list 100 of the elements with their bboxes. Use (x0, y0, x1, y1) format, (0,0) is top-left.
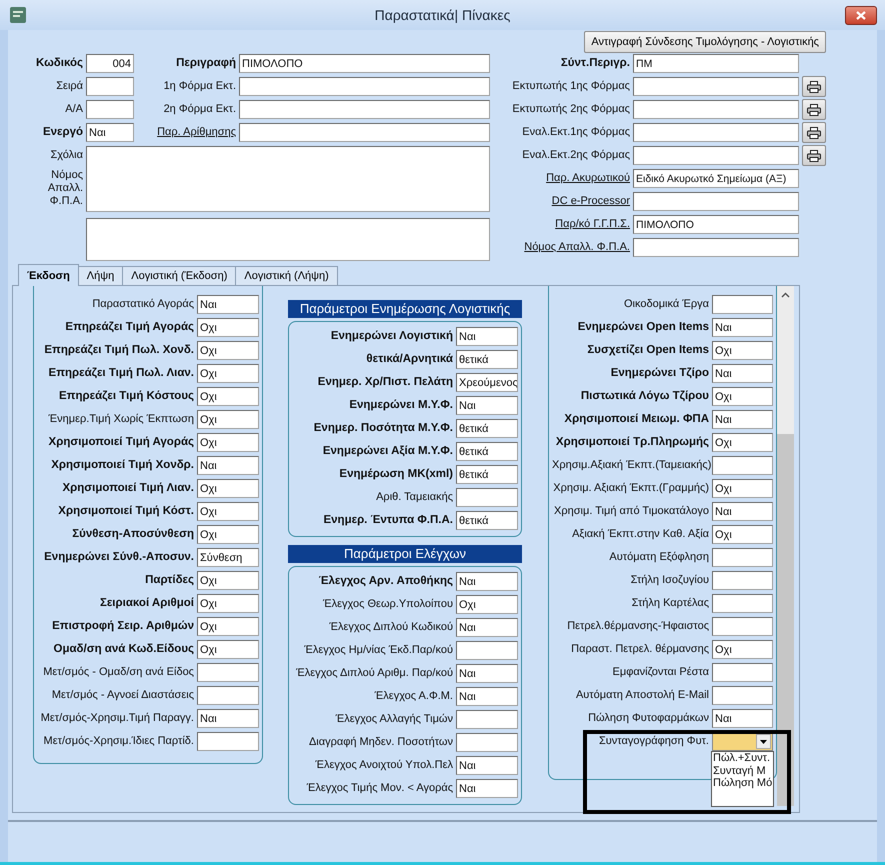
input-field[interactable] (239, 100, 490, 119)
input-field[interactable] (456, 710, 518, 729)
input-field[interactable]: Ναι (456, 756, 518, 775)
input-field[interactable]: θετικά (456, 350, 518, 369)
link[interactable]: Παρ. Ακυρωτικού (505, 172, 630, 185)
input-field[interactable]: θετικά (456, 442, 518, 461)
input-field[interactable]: ΠΙΜΟΛΟΠΟ (633, 215, 799, 234)
input-field[interactable]: Οχι (712, 341, 773, 360)
input-field[interactable]: Ναι (456, 618, 518, 637)
input-field[interactable]: ΠΙΜΟΛΟΠΟ (239, 54, 490, 73)
input-field[interactable]: Ναι (197, 295, 259, 314)
link[interactable]: Παρ. Αρίθμησης (137, 126, 236, 139)
input-field[interactable]: Οχι (197, 318, 259, 337)
input-field[interactable] (712, 686, 773, 705)
tab[interactable]: Λήψη (78, 266, 124, 285)
input-field[interactable] (197, 732, 259, 751)
input-field[interactable]: Ναι (456, 396, 518, 415)
input-field[interactable]: Ναι (712, 364, 773, 383)
input-field[interactable]: Οχι (197, 525, 259, 544)
input-field[interactable]: Οχι (712, 387, 773, 406)
input-field[interactable] (456, 733, 518, 752)
input-field[interactable]: Χρεούμενος (456, 373, 518, 392)
input-field[interactable]: Ναι (456, 572, 518, 591)
input-field[interactable] (197, 663, 259, 682)
input-field[interactable]: Οχι (197, 410, 259, 429)
input-field[interactable]: ΠΜ (633, 54, 799, 73)
input-field[interactable]: Ναι (197, 456, 259, 475)
input-field[interactable] (456, 488, 518, 507)
input-field[interactable]: Οχι (197, 571, 259, 590)
scrollbar[interactable] (777, 286, 794, 806)
input-field[interactable]: θετικά (456, 465, 518, 484)
link[interactable]: Παρ/κό Γ.Γ.Π.Σ. (505, 218, 630, 231)
input-field[interactable]: Οχι (197, 341, 259, 360)
input-field[interactable]: θετικά (456, 419, 518, 438)
scrollbar-thumb[interactable] (777, 434, 794, 806)
tab[interactable]: Λογιστική (Λήψη) (235, 266, 338, 285)
input-field[interactable] (86, 100, 134, 119)
input-field[interactable]: Οχι (197, 387, 259, 406)
input-field[interactable] (633, 192, 799, 211)
input-field[interactable] (239, 123, 490, 142)
input-field[interactable] (197, 686, 259, 705)
print-button[interactable] (802, 76, 826, 97)
input-field[interactable] (86, 77, 134, 96)
input-field[interactable] (633, 100, 799, 119)
input-field[interactable]: Ναι (712, 318, 773, 337)
dropdown-option[interactable]: Πώληση Μό (712, 777, 774, 790)
input-field[interactable]: Ναι (86, 123, 134, 142)
input-field[interactable]: Σύνθεση (197, 548, 259, 567)
input-field[interactable]: Οχι (197, 640, 259, 659)
input-field[interactable]: Οχι (197, 364, 259, 383)
notes-field[interactable] (86, 146, 490, 212)
print-button[interactable] (802, 122, 826, 143)
input-field[interactable] (712, 548, 773, 567)
input-field[interactable]: Οχι (197, 617, 259, 636)
input-field[interactable]: Οχι (456, 595, 518, 614)
printer-icon (807, 80, 821, 92)
input-field[interactable] (456, 641, 518, 660)
input-field[interactable]: Οχι (712, 479, 773, 498)
print-button[interactable] (802, 145, 826, 166)
field-label: Μετ/σμός - Αγνοεί Διαστάσεις (50, 689, 194, 702)
input-field[interactable]: Οχι (197, 594, 259, 613)
input-field[interactable]: Οχι (712, 433, 773, 452)
input-field[interactable]: Οχι (712, 640, 773, 659)
input-field[interactable] (633, 238, 799, 257)
input-field[interactable]: Ναι (197, 709, 259, 728)
input-field[interactable] (712, 456, 773, 475)
input-field[interactable]: 004 (86, 54, 134, 73)
input-field[interactable]: Ναι (456, 779, 518, 798)
input-field[interactable]: Οχι (197, 433, 259, 452)
input-field[interactable] (712, 663, 773, 682)
input-field[interactable] (633, 77, 799, 96)
input-field[interactable] (239, 77, 490, 96)
input-field[interactable]: Ναι (712, 502, 773, 521)
input-field[interactable]: Οχι (197, 502, 259, 521)
input-field[interactable] (712, 594, 773, 613)
print-button[interactable] (802, 99, 826, 120)
close-button[interactable] (845, 6, 877, 24)
input-field[interactable]: Οχι (712, 525, 773, 544)
link[interactable]: Νόμος Απαλλ. Φ.Π.Α. (505, 241, 630, 254)
input-field[interactable]: Ναι (456, 664, 518, 683)
copy-button[interactable]: Αντιγραφή Σύνδεσης Τιμολόγησης - Λογιστικής (584, 31, 826, 53)
input-field[interactable] (712, 295, 773, 314)
tab[interactable]: Λογιστική (Έκδοση) (122, 266, 236, 285)
field-label: Έλεγχος Ημ/νίας Έκδ.Παρ/κού (303, 644, 453, 657)
input-field[interactable] (633, 123, 799, 142)
dropdown-option[interactable]: Συνταγή Μ (712, 764, 774, 777)
input-field[interactable]: Ναι (456, 687, 518, 706)
input-field[interactable]: Ναι (712, 709, 773, 728)
input-field[interactable] (712, 617, 773, 636)
input-field[interactable]: Ναι (456, 327, 518, 346)
text-area[interactable] (86, 218, 490, 261)
input-field[interactable]: θετικά (456, 511, 518, 530)
tab[interactable]: Έκδοση (18, 264, 79, 286)
input-field[interactable] (633, 146, 799, 165)
input-field[interactable]: Ειδικό Ακυρωτκό Σημείωμα (ΑΞ) (633, 169, 799, 188)
input-field[interactable]: Ναι (712, 410, 773, 429)
input-field[interactable] (712, 571, 773, 590)
link[interactable]: DC e-Processor (505, 195, 630, 208)
input-field[interactable]: Οχι (197, 479, 259, 498)
dropdown-option[interactable]: Πώλ.+Συντ. (712, 752, 774, 764)
